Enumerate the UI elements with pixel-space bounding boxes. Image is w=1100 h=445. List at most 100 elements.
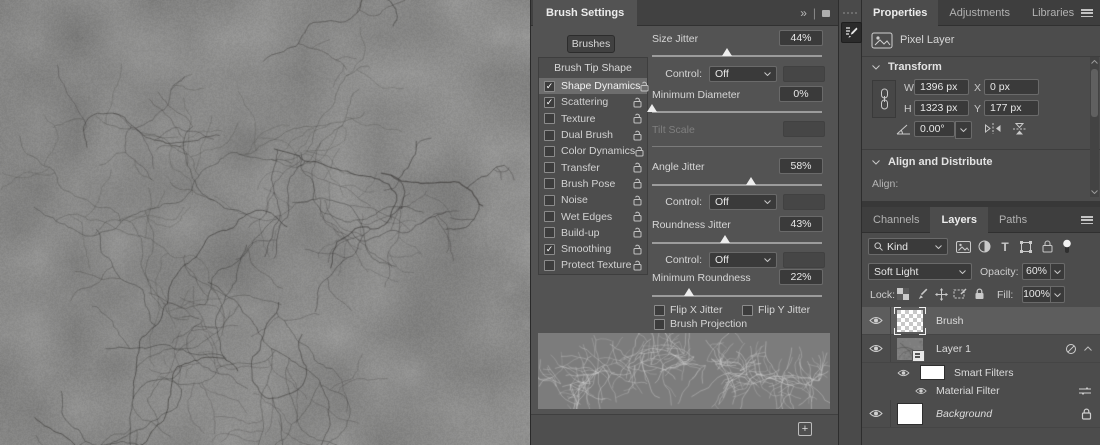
y-field[interactable]: 177 px [984,100,1039,116]
minimum-roundness-value[interactable]: 22% [779,269,823,285]
slider-thumb[interactable] [647,104,657,112]
visibility-toggle[interactable] [912,382,930,400]
brush-option-shape-dynamics[interactable]: ✓Shape Dynamics [539,78,647,94]
tab-adjustments[interactable]: Adjustments [938,0,1021,26]
brush-option-noise[interactable]: Noise [539,192,647,208]
brush-option-smoothing[interactable]: ✓Smoothing [539,241,647,257]
unlock-icon[interactable] [633,178,642,189]
scroll-up-arrow[interactable] [1090,57,1099,67]
visibility-toggle[interactable] [862,307,891,334]
smart-filters-label[interactable]: Smart Filters [954,367,1014,379]
brush-tip-shape-item[interactable]: Brush Tip Shape [539,58,647,78]
opacity-dropdown-button[interactable] [1051,263,1065,280]
brush-option-scattering[interactable]: ✓Scattering [539,94,647,110]
unlock-icon[interactable] [633,97,642,108]
lock-artboard-button[interactable] [952,286,968,302]
slider-thumb[interactable] [722,48,732,56]
unlock-icon[interactable] [633,162,642,173]
properties-menu-icon[interactable] [1081,9,1093,17]
filter-smart-objects-icon[interactable] [1038,238,1056,255]
layer-thumbnail[interactable] [897,310,923,332]
brush-option-texture[interactable]: Texture [539,111,647,127]
roundness-jitter-value[interactable]: 43% [779,216,823,232]
height-field[interactable]: 1323 px [914,100,969,116]
new-brush-button[interactable]: + [798,422,812,436]
panel-menu-icon[interactable] [822,10,830,17]
properties-scrollbar[interactable] [1090,57,1099,197]
brush-option-checkbox[interactable]: ✓ [544,244,555,255]
width-field[interactable]: 1396 px [914,79,969,95]
tab-properties[interactable]: Properties [862,0,938,26]
layer-name[interactable]: Layer 1 [936,343,971,355]
flip-vertical-icon[interactable] [1012,122,1027,136]
blend-mode-dropdown[interactable]: Soft Light [868,263,972,280]
brush-option-dual-brush[interactable]: Dual Brush [539,127,647,143]
unlock-icon[interactable] [633,227,642,238]
size-control-dropdown[interactable]: Off [709,66,777,82]
transform-collapse-icon[interactable] [872,65,880,70]
collapse-effects-icon[interactable] [1084,346,1092,351]
brush-projection-checkbox[interactable]: Brush Projection [654,318,747,330]
tab-channels[interactable]: Channels [862,207,930,233]
roundness-control-dropdown[interactable]: Off [709,252,777,268]
layer-row-background[interactable]: Background [862,400,1100,428]
visibility-toggle[interactable] [862,335,891,362]
layer-thumbnail[interactable] [897,338,923,360]
filter-type-layers-icon[interactable]: T [996,238,1014,255]
unlock-icon[interactable] [633,260,642,271]
slider-thumb[interactable] [746,177,756,185]
minimum-roundness-slider[interactable] [652,287,822,297]
minimum-diameter-value[interactable]: 0% [779,86,823,102]
brush-settings-dock-icon[interactable] [841,22,862,43]
angle-dropdown-button[interactable] [955,121,972,139]
angle-control-dropdown[interactable]: Off [709,194,777,210]
fill-field[interactable]: 100% [1022,286,1065,303]
kind-filter-dropdown[interactable]: Kind [868,238,948,255]
layers-menu-icon[interactable] [1081,216,1093,224]
filter-pixel-layers-icon[interactable] [954,238,972,255]
unlock-icon[interactable] [635,146,644,157]
brush-option-brush-pose[interactable]: Brush Pose [539,176,647,192]
brush-option-checkbox[interactable] [544,260,555,271]
minimum-diameter-slider[interactable] [652,103,822,113]
brush-option-checkbox[interactable] [544,146,555,157]
filter-shape-layers-icon[interactable] [1017,238,1035,255]
smart-filters-icon[interactable] [1065,343,1077,355]
filter-blending-options-icon[interactable] [1078,386,1092,396]
brush-option-checkbox[interactable] [544,162,555,173]
lock-position-button[interactable] [933,286,949,302]
layer-name[interactable]: Background [936,408,992,420]
brush-option-checkbox[interactable] [544,227,555,238]
brush-option-checkbox[interactable] [544,113,555,124]
brush-option-checkbox[interactable] [544,195,555,206]
slider-thumb[interactable] [684,288,694,296]
brush-option-protect-texture[interactable]: Protect Texture [539,257,647,273]
locked-icon[interactable] [1081,408,1092,420]
visibility-toggle[interactable] [862,400,891,427]
tab-layers[interactable]: Layers [930,207,987,233]
brush-option-checkbox[interactable] [544,211,555,222]
flip-horizontal-icon[interactable] [984,122,1002,135]
checkbox[interactable] [742,305,753,316]
brushes-button[interactable]: Brushes [567,35,615,53]
tab-brush-settings[interactable]: Brush Settings [533,0,637,26]
tab-paths[interactable]: Paths [988,207,1038,233]
flip-x-jitter-checkbox[interactable]: Flip X Jitter [654,304,723,316]
brush-option-transfer[interactable]: Transfer [539,159,647,175]
document-canvas[interactable] [0,0,530,445]
tab-libraries[interactable]: Libraries [1021,0,1085,26]
layer-row-brush[interactable]: Brush [862,307,1100,335]
lock-all-button[interactable] [971,286,987,302]
transform-section-title[interactable]: Transform [888,61,942,73]
layer-row-smart-filters[interactable]: Smart Filters [862,363,1100,382]
size-jitter-value[interactable]: 44% [779,30,823,46]
checkbox[interactable] [654,305,665,316]
x-field[interactable]: 0 px [984,79,1039,95]
brush-option-checkbox[interactable]: ✓ [544,81,555,92]
smart-filters-thumbnail[interactable] [920,365,945,380]
scroll-down-arrow[interactable] [1090,187,1099,197]
brush-option-checkbox[interactable] [544,130,555,141]
brush-option-checkbox[interactable] [544,178,555,189]
brush-option-checkbox[interactable]: ✓ [544,97,555,108]
layer-row-layer1[interactable]: Layer 1 [862,335,1100,363]
